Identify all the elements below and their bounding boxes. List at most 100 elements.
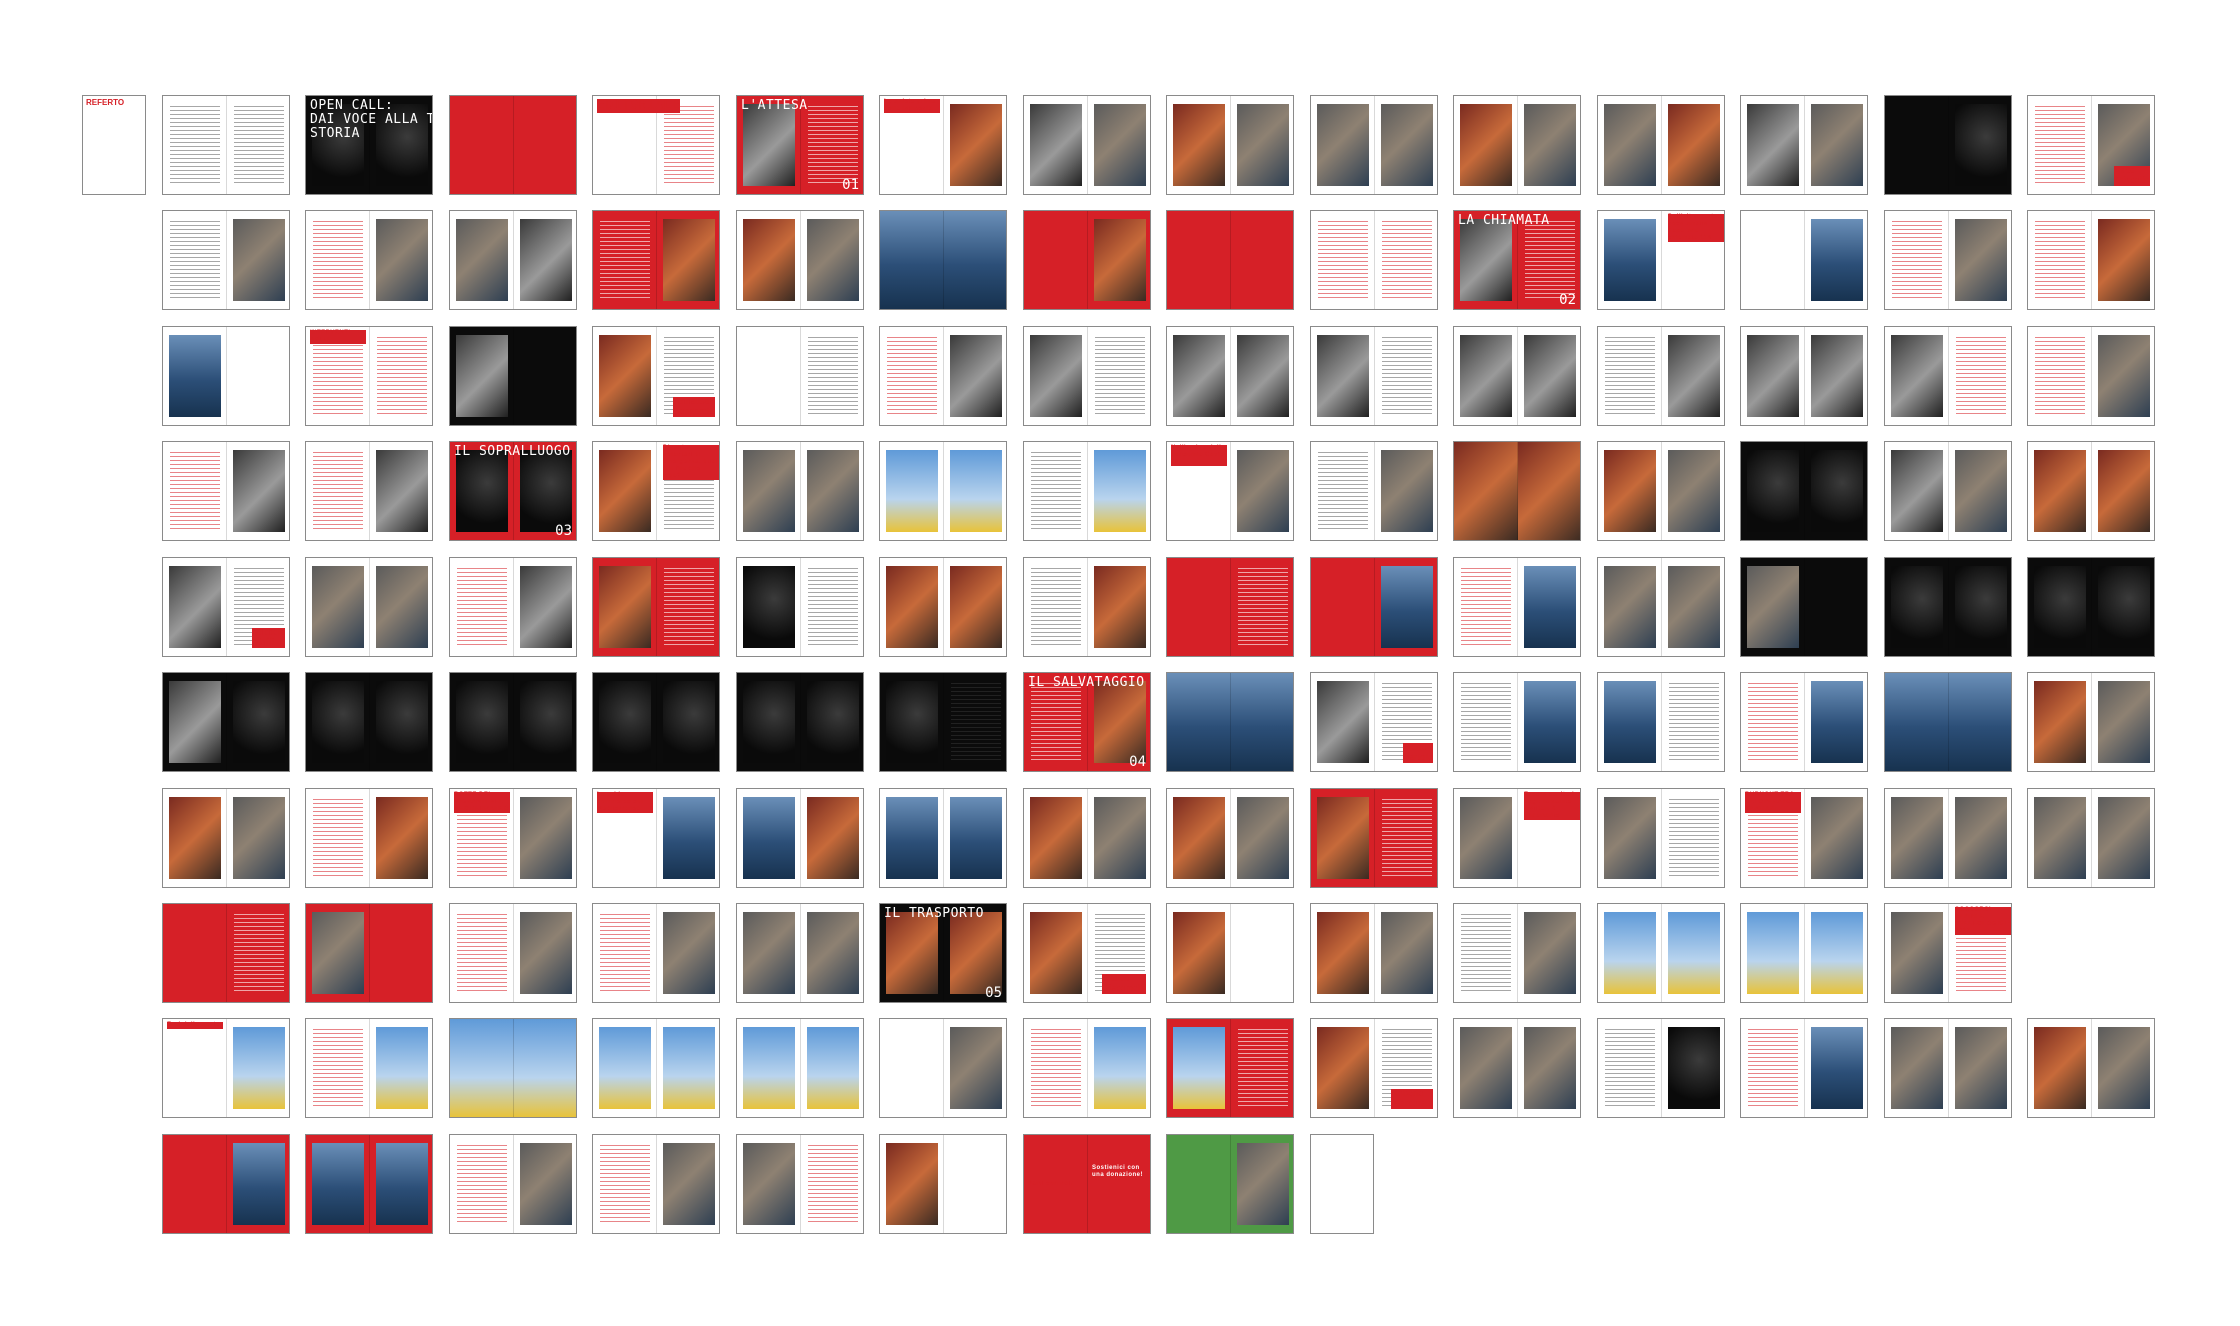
fold-line — [1230, 442, 1231, 540]
fold-line — [1087, 442, 1088, 540]
body-text — [1748, 1029, 1798, 1107]
fold-line — [369, 442, 370, 540]
photo — [2098, 797, 2150, 879]
page-heading: Le grida sommerse del Mediterraneo — [597, 792, 653, 813]
page-spread — [1884, 557, 2012, 657]
page-spread — [1597, 95, 1725, 195]
right-page — [1805, 211, 1867, 309]
photo — [2034, 681, 2086, 763]
page-heading: Dall'altra parte: voce umane dopo una ch… — [1668, 214, 1724, 242]
right-page — [2092, 442, 2154, 540]
page-spread — [1740, 441, 1868, 541]
page-spread — [1740, 95, 1868, 195]
photo — [1604, 797, 1656, 879]
photo — [450, 1019, 514, 1117]
photo — [1604, 566, 1656, 648]
photo — [1518, 442, 1580, 540]
page-heading: BURNOUT TRA GLI OPERATORI SANITARI — [1745, 792, 1801, 813]
page-spread — [1884, 210, 2012, 310]
fold-line — [1374, 96, 1375, 194]
right-page — [1662, 673, 1724, 771]
photo — [1747, 450, 1799, 532]
right-page — [1518, 904, 1580, 1002]
donation-heading: Sostienici con una donazione! — [1092, 1165, 1143, 1178]
fold-line — [1948, 1019, 1949, 1117]
right-page — [1088, 96, 1150, 194]
photo — [1811, 681, 1863, 763]
page-spread — [2027, 210, 2155, 310]
page-spread: Essere sanitari oggi: la salute mentale … — [1453, 788, 1581, 888]
left-page — [450, 1135, 514, 1233]
right-page — [1088, 211, 1150, 309]
photo — [169, 335, 221, 417]
photo — [376, 219, 428, 301]
right-page — [370, 558, 432, 656]
fold-line — [369, 327, 370, 425]
photo — [1747, 912, 1799, 994]
photo — [1094, 219, 1146, 301]
page-spread — [1166, 210, 1294, 310]
left-page — [1598, 673, 1662, 771]
photo — [2098, 335, 2150, 417]
photo — [1454, 442, 1518, 540]
body-text — [1382, 221, 1432, 299]
left-page — [1741, 327, 1805, 425]
cover-title: REFERTO — [86, 98, 125, 107]
section-title: LA CHIAMATA — [1458, 213, 1550, 228]
right-page — [1805, 904, 1867, 1002]
left-page — [880, 211, 944, 309]
page-spread — [736, 441, 864, 541]
left-page — [1885, 1019, 1949, 1117]
fold-line — [2091, 442, 2092, 540]
body-text — [1669, 683, 1719, 761]
page-spread — [1023, 1018, 1151, 1118]
photo — [599, 566, 651, 648]
photo — [2098, 681, 2150, 763]
left-page — [737, 789, 801, 887]
fold-line — [1661, 558, 1662, 656]
right-page — [2092, 211, 2154, 309]
fold-line — [800, 211, 801, 309]
left-page — [1167, 96, 1231, 194]
right-page — [1805, 673, 1867, 771]
right-page — [944, 442, 1006, 540]
right-page — [1375, 327, 1437, 425]
page-spread — [1597, 672, 1725, 772]
right-page — [1231, 211, 1293, 309]
page-heading: La quiete prima della tempesta — [884, 99, 940, 113]
right-page — [1662, 789, 1724, 887]
fold-line — [2091, 1019, 2092, 1117]
right-page — [370, 1135, 432, 1233]
right-page — [227, 1019, 289, 1117]
fold-line — [1230, 1019, 1231, 1117]
fold-line — [1087, 1135, 1088, 1233]
right-page — [2092, 1019, 2154, 1117]
left-page — [1311, 904, 1375, 1002]
photo — [312, 912, 364, 994]
left-page — [1598, 558, 1662, 656]
page-spread — [592, 557, 720, 657]
body-text — [1031, 683, 1081, 761]
page-spread — [1166, 788, 1294, 888]
body-text — [234, 914, 284, 992]
page-spread — [1023, 441, 1151, 541]
fold-line — [1517, 327, 1518, 425]
page-spread: IL SALVATAGGIO 04 — [1023, 672, 1151, 772]
photo — [1524, 681, 1576, 763]
photo — [1747, 104, 1799, 186]
right-page — [801, 789, 863, 887]
fold-line — [226, 211, 227, 309]
right-page — [944, 211, 1006, 309]
page-spread — [305, 1018, 433, 1118]
right-page — [1805, 96, 1867, 194]
right-page — [1662, 558, 1724, 656]
page-spread: L'ATTESA 01 — [736, 95, 864, 195]
fold-line — [1374, 442, 1375, 540]
photo — [1955, 1027, 2007, 1109]
page-spread — [1597, 903, 1725, 1003]
left-page — [1741, 558, 1805, 656]
photo — [456, 681, 508, 763]
page-spread — [1740, 672, 1868, 772]
page-spread — [1166, 95, 1294, 195]
photo — [1811, 450, 1863, 532]
